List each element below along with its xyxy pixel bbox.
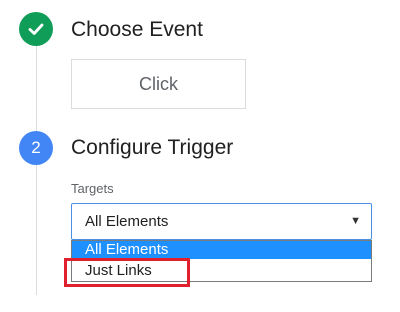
targets-select[interactable]: All Elements ▼ bbox=[71, 203, 372, 240]
option-all-elements[interactable]: All Elements bbox=[72, 241, 371, 259]
step-complete-badge bbox=[19, 12, 53, 46]
event-type-card[interactable]: Click bbox=[71, 59, 246, 109]
step-number-badge: 2 bbox=[19, 131, 53, 165]
step-connector-line bbox=[36, 46, 37, 131]
targets-select-value: All Elements bbox=[85, 213, 169, 230]
step-connector-line bbox=[36, 165, 37, 295]
step-title-configure-trigger: Configure Trigger bbox=[71, 136, 234, 159]
annotation-highlight-box bbox=[64, 258, 190, 287]
targets-label: Targets bbox=[71, 181, 114, 196]
dropdown-arrow-icon[interactable]: ▼ bbox=[350, 215, 361, 227]
step-title-choose-event: Choose Event bbox=[71, 18, 203, 41]
checkmark-icon bbox=[28, 23, 44, 35]
